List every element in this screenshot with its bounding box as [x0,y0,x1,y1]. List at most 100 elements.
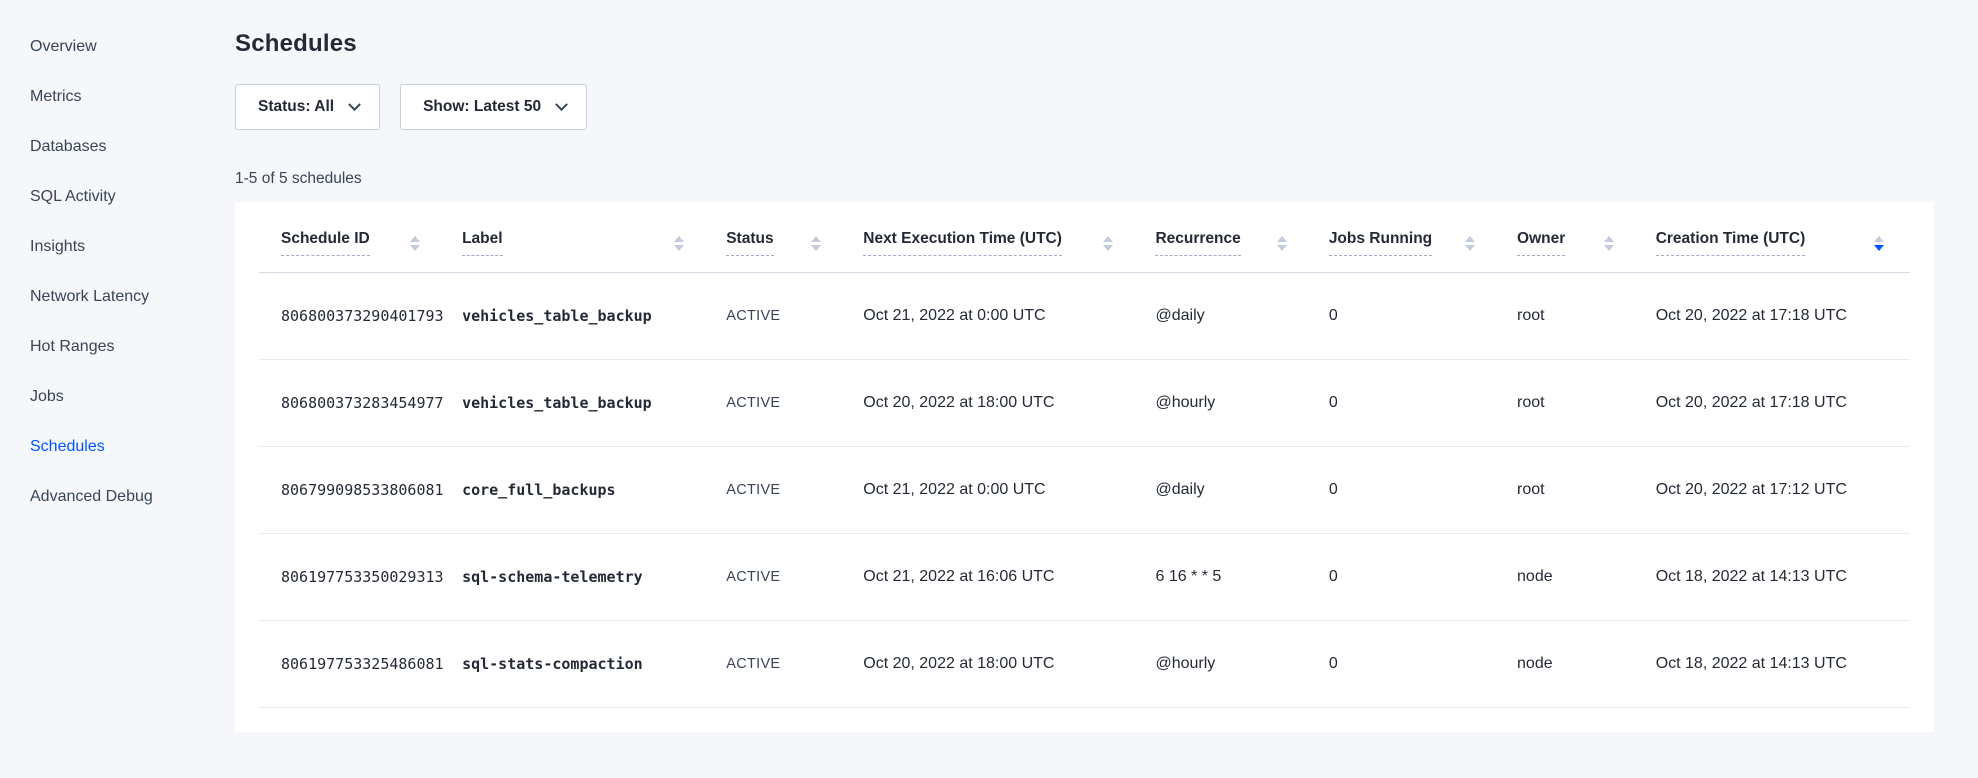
sort-arrows-icon [410,236,420,251]
sort-down-arrow-icon [1604,245,1614,251]
cell-owner: root [1517,360,1656,447]
column-header-label: Jobs Running [1329,230,1432,256]
results-summary: 1-5 of 5 schedules [235,170,1934,188]
cell-recurrence: @daily [1155,273,1328,360]
column-header-next-execution-time-utc[interactable]: Next Execution Time (UTC) [863,202,1155,273]
table-row: 806197753325486081sql-stats-compactionAC… [259,621,1910,708]
cell-jobs-running: 0 [1329,534,1517,621]
schedules-table-card: Schedule ID Label Status Next Execution … [235,202,1934,732]
cell-owner: root [1517,447,1656,534]
sidebar-item-network-latency[interactable]: Network Latency [0,272,235,322]
cell-schedule-id[interactable]: 806800373290401793 [259,273,462,360]
cell-jobs-running: 0 [1329,447,1517,534]
show-filter-dropdown[interactable]: Show: Latest 50 [400,84,587,130]
sidebar-item-label: Overview [30,38,97,56]
column-header-status[interactable]: Status [726,202,863,273]
sidebar-item-sql-activity[interactable]: SQL Activity [0,172,235,222]
cell-label: core_full_backups [462,447,726,534]
sidebar-item-label: Jobs [30,388,64,406]
sort-down-arrow-icon [1103,245,1113,251]
column-header-jobs-running[interactable]: Jobs Running [1329,202,1517,273]
sidebar-item-label: Advanced Debug [30,488,153,506]
cell-status: ACTIVE [726,621,863,708]
column-header-owner[interactable]: Owner [1517,202,1656,273]
table-row: 806799098533806081core_full_backupsACTIV… [259,447,1910,534]
column-header-label[interactable]: Label [462,202,726,273]
column-header-label: Status [726,230,773,256]
cell-status: ACTIVE [726,360,863,447]
cell-creation-time: Oct 18, 2022 at 14:13 UTC [1656,534,1910,621]
sidebar-item-hot-ranges[interactable]: Hot Ranges [0,322,235,372]
sort-up-arrow-icon [811,236,821,242]
sidebar-item-label: Network Latency [30,288,149,306]
sidebar-item-metrics[interactable]: Metrics [0,72,235,122]
sort-arrows-icon [674,236,684,251]
cell-jobs-running: 0 [1329,273,1517,360]
sort-arrows-icon [1103,236,1113,251]
table-row: 806800373290401793vehicles_table_backupA… [259,273,1910,360]
column-header-schedule-id[interactable]: Schedule ID [259,202,462,273]
sidebar-item-label: Insights [30,238,85,256]
sort-down-arrow-icon [811,245,821,251]
main-content: Schedules Status: All Show: Latest 50 1-… [235,0,1978,778]
column-header-creation-time-utc[interactable]: Creation Time (UTC) [1656,202,1910,273]
cell-creation-time: Oct 18, 2022 at 14:13 UTC [1656,621,1910,708]
sort-up-arrow-icon [1103,236,1113,242]
cell-recurrence: @hourly [1155,360,1328,447]
sort-down-arrow-icon [1874,245,1884,251]
cell-creation-time: Oct 20, 2022 at 17:18 UTC [1656,360,1910,447]
column-header-label: Recurrence [1155,230,1240,256]
sidebar-item-databases[interactable]: Databases [0,122,235,172]
sort-down-arrow-icon [1277,245,1287,251]
sidebar-item-label: Hot Ranges [30,338,115,356]
sort-up-arrow-icon [1465,236,1475,242]
sort-up-arrow-icon [1874,236,1884,242]
status-filter-dropdown[interactable]: Status: All [235,84,380,130]
cell-schedule-id[interactable]: 806799098533806081 [259,447,462,534]
sidebar-item-schedules[interactable]: Schedules [0,422,235,472]
chevron-down-icon [555,98,568,111]
table-row: 806800373283454977vehicles_table_backupA… [259,360,1910,447]
page-title: Schedules [235,30,1934,58]
column-header-recurrence[interactable]: Recurrence [1155,202,1328,273]
cell-status: ACTIVE [726,447,863,534]
cell-schedule-id[interactable]: 806800373283454977 [259,360,462,447]
table-body: 806800373290401793vehicles_table_backupA… [259,273,1910,708]
cell-next-execution: Oct 21, 2022 at 0:00 UTC [863,273,1155,360]
cell-recurrence: 6 16 * * 5 [1155,534,1328,621]
sort-up-arrow-icon [1604,236,1614,242]
cell-schedule-id[interactable]: 806197753325486081 [259,621,462,708]
show-filter-label: Show: Latest 50 [423,98,541,116]
table-row: 806197753350029313sql-schema-telemetryAC… [259,534,1910,621]
sidebar-item-advanced-debug[interactable]: Advanced Debug [0,472,235,522]
sidebar-item-overview[interactable]: Overview [0,22,235,72]
column-header-label: Next Execution Time (UTC) [863,230,1062,256]
cell-next-execution: Oct 20, 2022 at 18:00 UTC [863,360,1155,447]
cell-owner: root [1517,273,1656,360]
sidebar-item-label: Databases [30,138,107,156]
sort-down-arrow-icon [410,245,420,251]
sort-up-arrow-icon [1277,236,1287,242]
cell-label: vehicles_table_backup [462,360,726,447]
cell-jobs-running: 0 [1329,621,1517,708]
cell-status: ACTIVE [726,273,863,360]
sidebar-item-insights[interactable]: Insights [0,222,235,272]
sidebar-item-label: SQL Activity [30,188,116,206]
cell-creation-time: Oct 20, 2022 at 17:18 UTC [1656,273,1910,360]
sort-arrows-icon [1465,236,1475,251]
cell-label: vehicles_table_backup [462,273,726,360]
table-header-row: Schedule ID Label Status Next Execution … [259,202,1910,273]
column-header-label: Label [462,230,502,256]
sort-down-arrow-icon [1465,245,1475,251]
cell-next-execution: Oct 21, 2022 at 0:00 UTC [863,447,1155,534]
cell-owner: node [1517,621,1656,708]
status-filter-label: Status: All [258,98,334,116]
sort-arrows-icon [1874,236,1884,251]
schedules-table: Schedule ID Label Status Next Execution … [259,202,1910,708]
cell-next-execution: Oct 20, 2022 at 18:00 UTC [863,621,1155,708]
sidebar-item-label: Metrics [30,88,82,106]
filter-bar: Status: All Show: Latest 50 [235,84,1934,130]
cell-status: ACTIVE [726,534,863,621]
sidebar-item-jobs[interactable]: Jobs [0,372,235,422]
cell-schedule-id[interactable]: 806197753350029313 [259,534,462,621]
